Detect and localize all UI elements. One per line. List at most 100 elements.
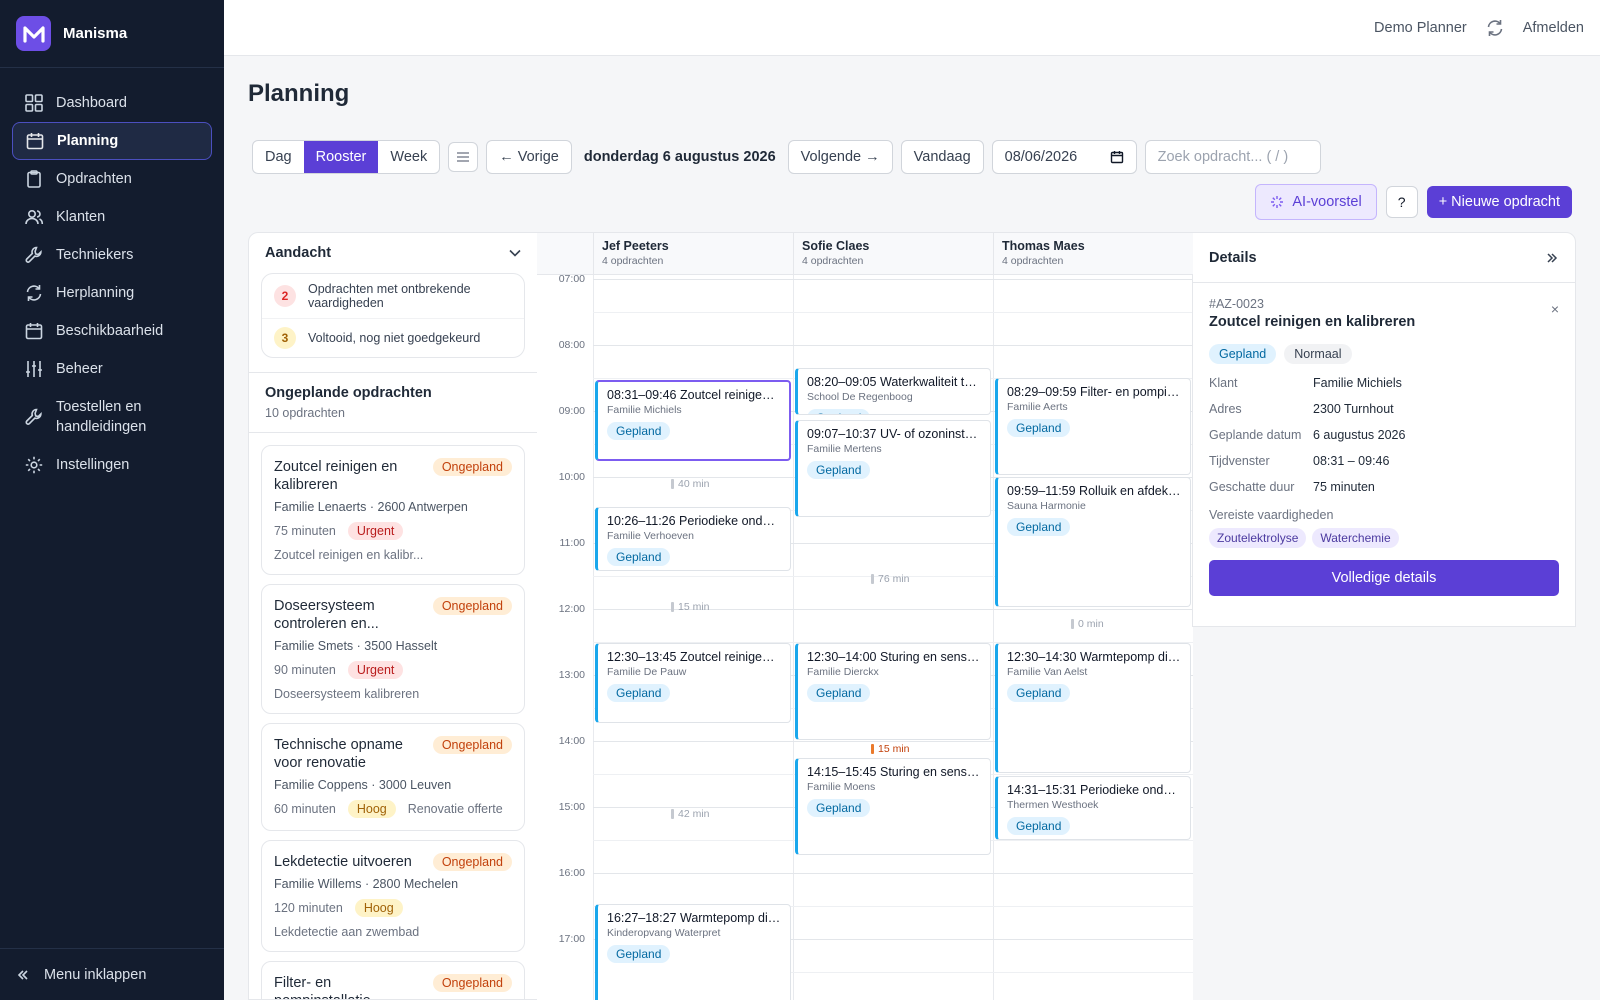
sidebar-item-klanten[interactable]: Klanten — [12, 198, 212, 236]
appointment-title: 08:20–09:05 Waterkwaliteit testen — [807, 374, 981, 389]
appointment-card[interactable]: 09:07–10:37 UV- of ozoninstallatie Famili… — [795, 419, 991, 517]
sidebar-item-beschikbaarheid[interactable]: Beschikbaarheid — [12, 312, 212, 350]
appointment-card[interactable]: 10:26–11:26 Periodieke onderhoudsbeurtFa… — [595, 506, 791, 571]
sidebar-item-planning[interactable]: Planning — [12, 122, 212, 160]
date-picker-input[interactable]: 08/06/2026 — [991, 140, 1137, 174]
detail-key: Klant — [1209, 376, 1238, 390]
gap-bar-icon — [1071, 619, 1074, 630]
technician-count: 4 opdrachten — [802, 255, 864, 267]
assignment-id: #AZ-0023 — [1209, 297, 1264, 311]
hour-gridline — [593, 278, 1193, 280]
technician-count: 4 opdrachten — [602, 255, 664, 267]
close-icon[interactable]: × — [1551, 301, 1559, 317]
details-body: #AZ-0023 Zoutcel reinigen en kalibreren … — [1193, 283, 1575, 610]
appointment-title: 14:31–15:31 Periodieke onderhoudsbeurt — [1007, 783, 1181, 798]
appointment-card[interactable]: 12:30–14:30 Warmtepomp diagnoseFamilie V… — [995, 642, 1191, 773]
help-button[interactable]: ? — [1385, 186, 1418, 218]
appointment-card[interactable]: 16:27–18:27 Warmtepomp diagnoseKinderopv… — [595, 903, 791, 1000]
sidebar-item-instellingen[interactable]: Instellingen — [12, 446, 212, 484]
sidebar-item-label: Opdrachten — [56, 171, 132, 187]
card-duration: 75 minuten — [274, 524, 336, 538]
details-title: Details — [1209, 249, 1257, 266]
view-dag-button[interactable]: Dag — [253, 141, 304, 173]
view-switcher: Dag Rooster Week — [252, 140, 441, 174]
hour-label: 14:00 — [558, 734, 585, 747]
brand: Manisma — [0, 0, 224, 68]
sidebar-item-techniekers[interactable]: Techniekers — [12, 236, 212, 274]
wrench-icon — [25, 246, 42, 263]
column-separator — [793, 233, 794, 1000]
skill-tag: Waterchemie — [1312, 528, 1399, 548]
status-badge: Gepland — [1007, 683, 1071, 702]
attention-item[interactable]: 3 Voltooid, nog niet goedgekeurd — [262, 318, 524, 357]
attention-text: Opdrachten met ontbrekende vaardigheden — [308, 282, 471, 310]
sidebar-item-dashboard[interactable]: Dashboard — [12, 84, 212, 122]
appointment-card[interactable]: 12:30–14:00 Sturing en sensoren Familie D… — [795, 642, 991, 740]
list-toggle-button[interactable] — [448, 142, 479, 172]
appointment-title: 12:30–14:00 Sturing en sensoren — [807, 649, 981, 664]
appointment-client: Familie Aerts — [1007, 400, 1068, 413]
detail-key: Adres — [1209, 402, 1242, 416]
half-hour-gridline — [593, 311, 1193, 313]
card-desc-inline: Renovatie offerte — [407, 802, 503, 816]
hour-label: 15:00 — [558, 800, 585, 813]
ai-suggestion-button[interactable]: AI-voorstel — [1255, 184, 1377, 220]
view-rooster-button[interactable]: Rooster — [303, 141, 379, 173]
search-placeholder: Zoek opdracht... ( / ) — [1157, 149, 1289, 165]
sidebar-item-toestellen[interactable]: Toestellen en handleidingen — [12, 388, 212, 446]
sidebar-item-herplanning[interactable]: Herplanning — [12, 274, 212, 312]
technician-column-header[interactable]: Thomas Maes 4 opdrachten — [993, 233, 1193, 275]
unplanned-list: Zoutcel reinigen en kalibreren Ongepland F… — [249, 433, 537, 999]
card-client: Familie Coppens · 3000 Leuven — [274, 778, 452, 792]
search-input[interactable]: Zoek opdracht... ( / ) — [1144, 140, 1321, 174]
card-title: Zoutcel reinigen en kalibreren — [274, 459, 398, 493]
unplanned-card[interactable]: Doseersysteem controleren en... Ongepland… — [261, 584, 525, 714]
appointment-card[interactable]: 08:20–09:05 Waterkwaliteit testen School … — [795, 367, 991, 416]
appointment-card[interactable]: 14:31–15:31 Periodieke onderhoudsbeurtTh… — [995, 776, 1191, 841]
gap-bar-icon — [671, 601, 674, 612]
appointment-card[interactable]: 08:29–09:59 Filter- en pompinstallatieFa… — [995, 377, 1191, 475]
card-meta: 60 minuten Hoog Renovatie offerte — [274, 800, 512, 818]
hour-gridline — [593, 872, 1193, 874]
technician-column-header[interactable]: Sofie Claes 4 opdrachten — [793, 233, 993, 275]
unplanned-header: Ongeplande opdrachten 10 opdrachten — [249, 372, 537, 433]
appointment-card[interactable]: 09:59–11:59 Rolluik en afdekking Sauna Ha… — [995, 476, 1191, 607]
attention-header[interactable]: Aandacht — [249, 233, 537, 273]
today-button[interactable]: Vandaag — [900, 140, 984, 174]
attention-item[interactable]: 2 Opdrachten met ontbrekende vaardighede… — [262, 274, 524, 318]
technician-count: 4 opdrachten — [1002, 255, 1064, 267]
detail-value: 2300 Turnhout — [1313, 402, 1394, 416]
card-description: Doseersysteem kalibreren — [274, 687, 420, 701]
appointment-card[interactable]: 08:31–09:46 Zoutcel reinigen en kalibrer… — [595, 380, 791, 461]
collapse-menu-button[interactable]: Menu inklappen — [0, 948, 224, 1000]
unplanned-card[interactable]: Lekdetectie uitvoeren Ongepland Familie Wi… — [261, 840, 525, 952]
detail-value: 6 augustus 2026 — [1313, 428, 1406, 442]
appointment-client: Familie Verhoeven — [607, 529, 694, 542]
sidebar-item-opdrachten[interactable]: Opdrachten — [12, 160, 212, 198]
attention-count: 3 — [274, 327, 296, 349]
appointment-client: Kinderopvang Waterpret — [607, 926, 721, 939]
chevrons-right-icon[interactable] — [1545, 251, 1559, 265]
unplanned-card[interactable]: Filter- en pompinstallatie... Ongepland — [261, 961, 525, 999]
previous-day-button[interactable]: ← Vorige — [486, 140, 572, 174]
attention-title: Aandacht — [265, 245, 332, 261]
unplanned-card[interactable]: Technische opname voor renovatie Ongeplan… — [261, 723, 525, 831]
unplanned-card[interactable]: Zoutcel reinigen en kalibreren Ongepland F… — [261, 445, 525, 575]
new-assignment-button[interactable]: + Nieuwe opdracht — [1426, 186, 1572, 218]
next-day-button[interactable]: Volgende → — [787, 140, 893, 174]
skill-tag: Zoutelektrolyse — [1209, 528, 1307, 548]
view-week-button[interactable]: Week — [378, 141, 439, 173]
logout-link[interactable]: Afmelden — [1523, 20, 1584, 36]
unplanned-count: 10 opdrachten — [265, 406, 345, 420]
gap-label: 40 min — [678, 477, 710, 490]
sidebar-item-beheer[interactable]: Beheer — [12, 350, 212, 388]
appointment-title: 10:26–11:26 Periodieke onderhoudsbeurt — [607, 513, 781, 528]
technician-column-header[interactable]: Jef Peeters 4 opdrachten — [593, 233, 793, 275]
full-details-button[interactable]: Volledige details — [1209, 560, 1559, 596]
skills-list: Zoutelektrolyse Waterchemie — [1209, 528, 1559, 548]
logo-icon[interactable] — [16, 16, 51, 51]
refresh-icon[interactable] — [1485, 18, 1505, 38]
appointment-card[interactable]: 14:15–15:45 Sturing en sensoren Familie M… — [795, 758, 991, 856]
appointment-card[interactable]: 12:30–13:45 Zoutcel reinigen en kalibrer… — [595, 642, 791, 724]
hour-label: 17:00 — [558, 932, 585, 945]
